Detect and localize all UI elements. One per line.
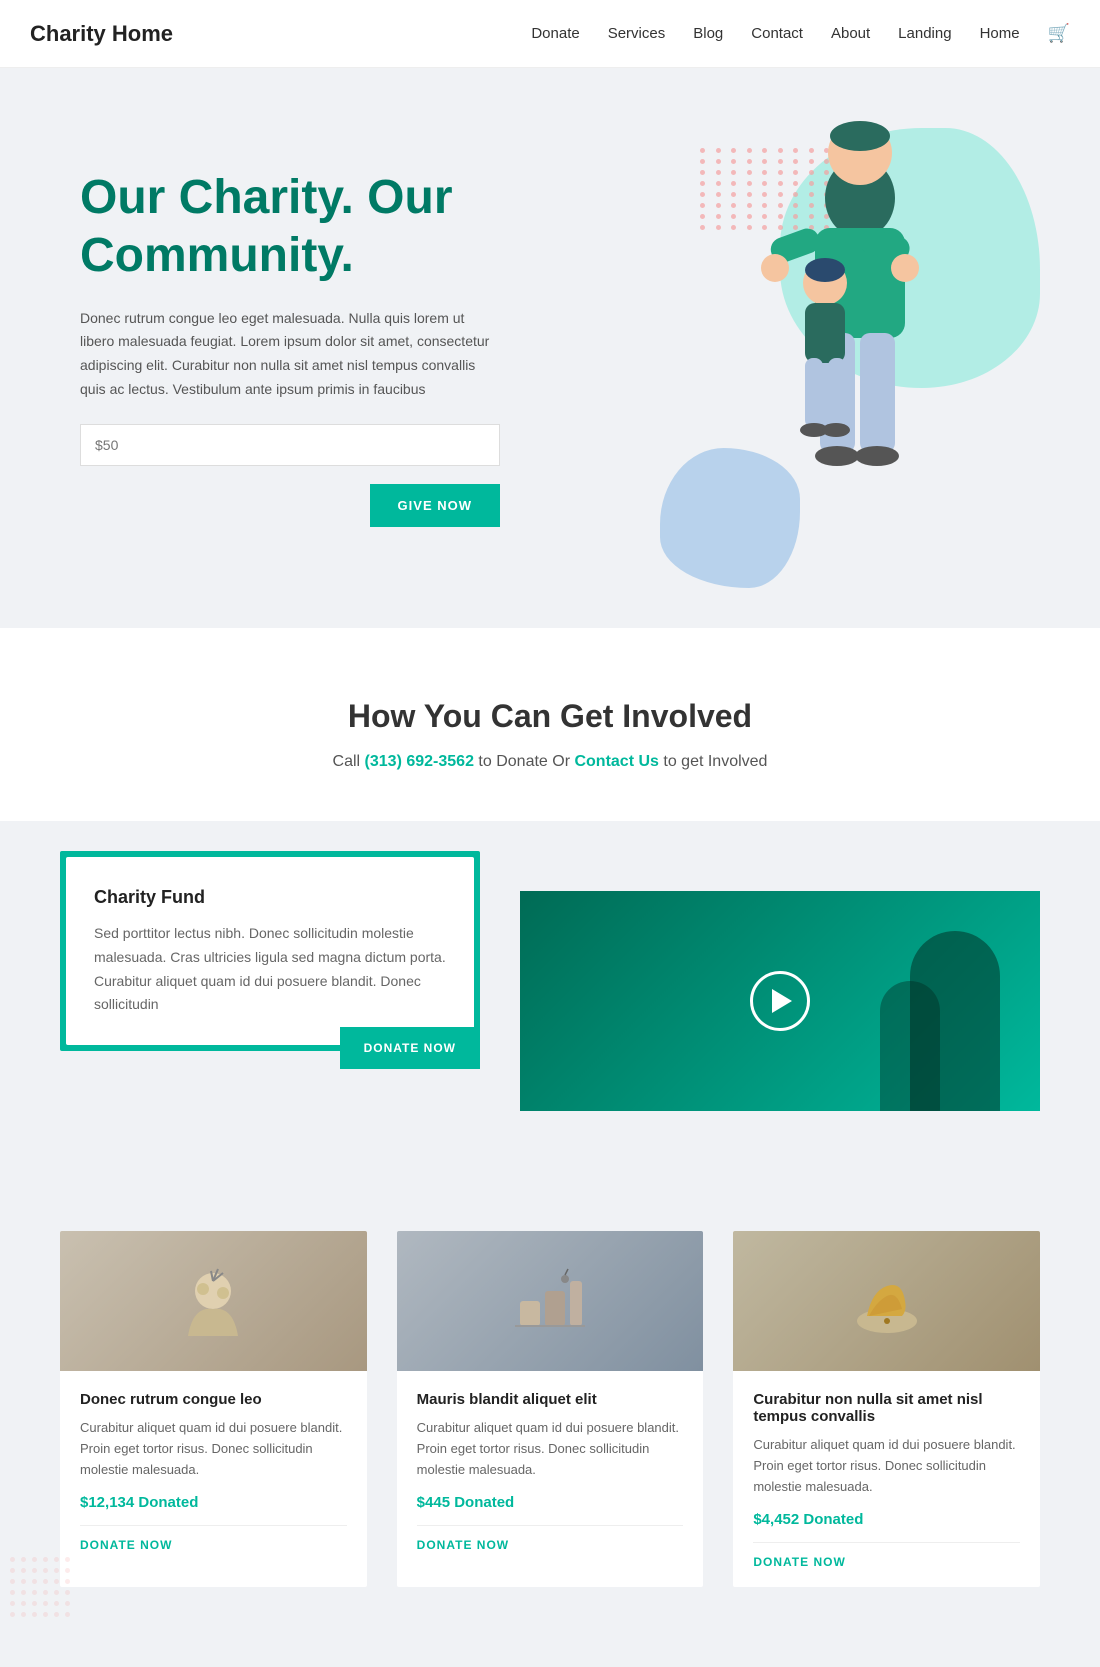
card-2-title: Mauris blandit aliquet elit — [417, 1391, 684, 1408]
card-2-body: Mauris blandit aliquet elit Curabitur al… — [397, 1371, 704, 1570]
nav-home[interactable]: Home — [980, 25, 1020, 42]
nav-about[interactable]: About — [831, 25, 870, 42]
hero-content: Our Charity. Our Community. Donec rutrum… — [80, 169, 500, 526]
card-2-donate-button[interactable]: DONATE NOW — [417, 1525, 684, 1552]
contact-us-link[interactable]: Contact Us — [574, 753, 658, 770]
give-now-button[interactable]: GIVE NOW — [370, 484, 500, 527]
fund-donate-now-button[interactable]: DONATE NOW — [340, 1027, 480, 1069]
hero-description: Donec rutrum congue leo eget malesuada. … — [80, 307, 500, 402]
cart-icon[interactable]: 🛒 — [1048, 23, 1070, 43]
hero-section: Our Charity. Our Community. Donec rutrum… — [0, 68, 1100, 628]
nav-donate[interactable]: Donate — [531, 25, 579, 42]
card-2-donated: $445 Donated — [417, 1494, 684, 1511]
cards-row: Donec rutrum congue leo Curabitur alique… — [60, 1231, 1040, 1587]
dot-grid-bottom-left — [0, 1547, 80, 1627]
video-silhouette-2 — [880, 981, 940, 1111]
fund-card-wrapper: Charity Fund Sed porttitor lectus nibh. … — [60, 851, 480, 1051]
card-3: Curabitur non nulla sit amet nisl tempus… — [733, 1231, 1040, 1587]
fund-card-title: Charity Fund — [94, 887, 446, 908]
card-1-image — [60, 1231, 367, 1371]
card-2-image — [397, 1231, 704, 1371]
fund-section: Charity Fund Sed porttitor lectus nibh. … — [0, 821, 1100, 1171]
phone-number[interactable]: (313) 692-3562 — [365, 753, 474, 770]
card-3-donated: $4,452 Donated — [753, 1511, 1020, 1528]
card-3-image — [733, 1231, 1040, 1371]
video-panel[interactable] — [520, 891, 1040, 1111]
nav-contact[interactable]: Contact — [751, 25, 803, 42]
card-1-desc: Curabitur aliquet quam id dui posuere bl… — [80, 1418, 347, 1480]
nav-services[interactable]: Services — [608, 25, 666, 42]
navbar: Charity Home Donate Services Blog Contac… — [0, 0, 1100, 68]
card-2: Mauris blandit aliquet elit Curabitur al… — [397, 1231, 704, 1587]
get-involved-title: How You Can Get Involved — [40, 698, 1060, 735]
card-3-donate-button[interactable]: DONATE NOW — [753, 1542, 1020, 1569]
card-1-donated: $12,134 Donated — [80, 1494, 347, 1511]
get-involved-section: How You Can Get Involved Call (313) 692-… — [0, 628, 1100, 821]
fund-card: Charity Fund Sed porttitor lectus nibh. … — [66, 857, 474, 1045]
card-1-title: Donec rutrum congue leo — [80, 1391, 347, 1408]
fund-card-outer: Charity Fund Sed porttitor lectus nibh. … — [60, 851, 480, 1051]
card-1-body: Donec rutrum congue leo Curabitur alique… — [60, 1371, 367, 1570]
card-2-desc: Curabitur aliquet quam id dui posuere bl… — [417, 1418, 684, 1480]
brand-logo[interactable]: Charity Home — [30, 21, 173, 47]
card-3-body: Curabitur non nulla sit amet nisl tempus… — [733, 1371, 1040, 1587]
fund-card-desc: Sed porttitor lectus nibh. Donec sollici… — [94, 922, 446, 1017]
card-3-desc: Curabitur aliquet quam id dui posuere bl… — [753, 1435, 1020, 1497]
nav-landing[interactable]: Landing — [898, 25, 951, 42]
get-involved-text: Call (313) 692-3562 to Donate Or Contact… — [40, 753, 1060, 771]
card-1-donate-button[interactable]: DONATE NOW — [80, 1525, 347, 1552]
donation-amount-input[interactable] — [80, 424, 500, 466]
nav-links: Donate Services Blog Contact About Landi… — [531, 23, 1070, 44]
hero-illustration — [660, 98, 1020, 578]
hero-title: Our Charity. Our Community. — [80, 169, 500, 284]
cards-section: Donec rutrum congue leo Curabitur alique… — [0, 1171, 1100, 1667]
video-play-button[interactable] — [750, 971, 810, 1031]
card-3-title: Curabitur non nulla sit amet nisl tempus… — [753, 1391, 1020, 1425]
card-1: Donec rutrum congue leo Curabitur alique… — [60, 1231, 367, 1587]
nav-blog[interactable]: Blog — [693, 25, 723, 42]
play-triangle-icon — [772, 989, 792, 1013]
